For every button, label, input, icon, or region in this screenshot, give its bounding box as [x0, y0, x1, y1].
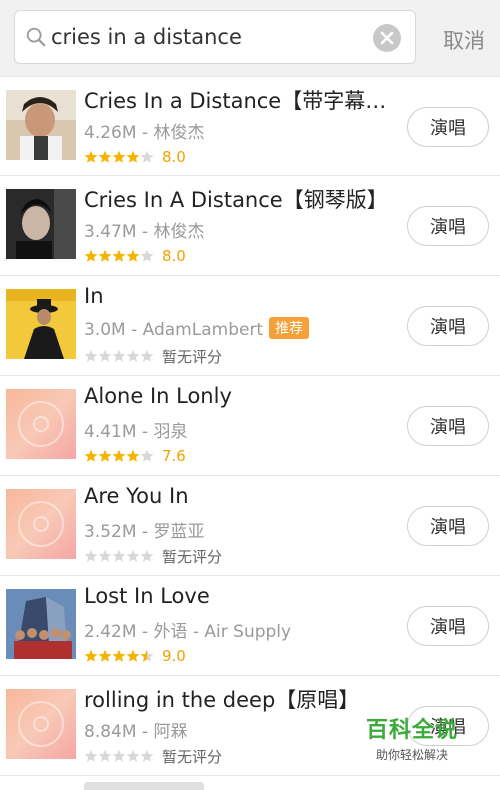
song-rating: 8.0	[84, 247, 186, 265]
song-meta: 4.26M - 林俊杰	[84, 118, 204, 143]
song-title: Cries In A Distance【钢琴版】	[84, 188, 388, 212]
song-list-item[interactable]: Cries In a Distance【带字幕高... 4.26M - 林俊杰 8.…	[0, 76, 500, 176]
song-title: rolling in the deep【原唱】	[84, 688, 360, 712]
search-icon	[26, 27, 46, 47]
song-list-item[interactable]: Alone In Lonly 4.41M - 羽泉 7.6 演唱	[0, 376, 500, 476]
album-cover	[6, 589, 76, 659]
album-cover-placeholder	[6, 389, 76, 459]
rating-stars-icon	[84, 449, 154, 463]
song-rating: 暂无评分	[84, 747, 223, 766]
list-item-partial	[0, 776, 500, 790]
recommend-badge: 推荐	[269, 317, 310, 339]
rating-none-label: 暂无评分	[162, 747, 223, 766]
song-rating: 暂无评分	[84, 547, 223, 566]
song-results-list: Cries In a Distance【带字幕高... 4.26M - 林俊杰 8.…	[0, 76, 500, 776]
album-cover	[6, 189, 76, 259]
rating-score: 8.0	[162, 247, 186, 265]
sing-button[interactable]: 演唱	[407, 406, 489, 446]
album-cover	[6, 289, 76, 359]
rating-stars-icon	[84, 249, 154, 263]
song-list-item[interactable]: Are You In 3.52M - 罗蓝亚暂无评分 演唱	[0, 476, 500, 576]
search-query: cries in a distance	[51, 25, 242, 49]
rating-none-label: 暂无评分	[162, 347, 223, 366]
song-size-artist: 3.0M - AdamLambert	[84, 320, 264, 340]
song-title: In	[84, 284, 104, 308]
sing-button[interactable]: 演唱	[407, 606, 489, 646]
rating-none-label: 暂无评分	[162, 547, 223, 566]
rating-score: 9.0	[162, 647, 186, 665]
song-meta: 3.0M - AdamLambert 推荐	[84, 317, 310, 340]
sing-button[interactable]: 演唱	[407, 107, 489, 147]
song-list-item[interactable]: Lost In Love 2.42M - 外语 - Air Supply 9.0 演唱	[0, 576, 500, 676]
album-cover-placeholder	[6, 689, 76, 759]
song-size-artist: 4.41M - 羽泉	[84, 422, 188, 442]
song-rating: 7.6	[84, 447, 186, 465]
album-cover	[6, 90, 76, 160]
song-rating: 9.0	[84, 647, 186, 665]
song-size-artist: 4.26M - 林俊杰	[84, 123, 205, 143]
song-rating: 8.0	[84, 148, 186, 166]
song-size-artist: 3.47M - 林俊杰	[84, 222, 205, 242]
sing-button[interactable]: 演唱	[407, 306, 489, 346]
watermark-title: 百科全说	[365, 718, 458, 743]
song-meta: 4.41M - 羽泉	[84, 417, 187, 442]
song-list-item[interactable]: Cries In A Distance【钢琴版】 3.47M - 林俊杰 8.0 演唱	[0, 176, 500, 276]
rating-stars-icon	[84, 349, 154, 363]
song-rating: 暂无评分	[84, 347, 223, 366]
rating-stars-icon	[84, 649, 154, 663]
song-size-artist: 3.52M - 罗蓝亚	[84, 522, 205, 542]
song-meta: 3.47M - 林俊杰	[84, 217, 204, 242]
cancel-button[interactable]: 取消	[443, 25, 485, 55]
search-input[interactable]: cries in a distance	[14, 10, 416, 64]
song-title: Cries In a Distance【带字幕高...	[84, 89, 396, 113]
sing-button[interactable]: 演唱	[407, 506, 489, 546]
song-meta: 3.52M - 罗蓝亚	[84, 517, 204, 542]
watermark-subtitle: 助你轻松解决	[375, 748, 448, 762]
rating-stars-icon	[84, 150, 154, 164]
clear-icon[interactable]	[373, 24, 401, 52]
song-list-item[interactable]: In 3.0M - AdamLambert 推荐暂无评分 演唱	[0, 276, 500, 376]
song-size-artist: 8.84M - 阿槑	[84, 722, 188, 742]
album-cover-placeholder	[6, 489, 76, 559]
watermark-logo: 百科全说 助你轻松解决	[362, 712, 462, 763]
rating-score: 8.0	[162, 148, 186, 166]
song-title: Alone In Lonly	[84, 384, 232, 408]
rating-score: 7.6	[162, 447, 186, 465]
rating-stars-icon	[84, 549, 154, 563]
sing-button[interactable]: 演唱	[407, 206, 489, 246]
song-meta: 8.84M - 阿槑	[84, 717, 187, 742]
rating-stars-icon	[84, 749, 154, 763]
song-title: Lost In Love	[84, 584, 210, 608]
song-title: Are You In	[84, 484, 189, 508]
song-size-artist: 2.42M - 外语 - Air Supply	[84, 622, 292, 642]
search-header: cries in a distance 取消	[0, 0, 500, 76]
song-meta: 2.42M - 外语 - Air Supply	[84, 617, 291, 642]
